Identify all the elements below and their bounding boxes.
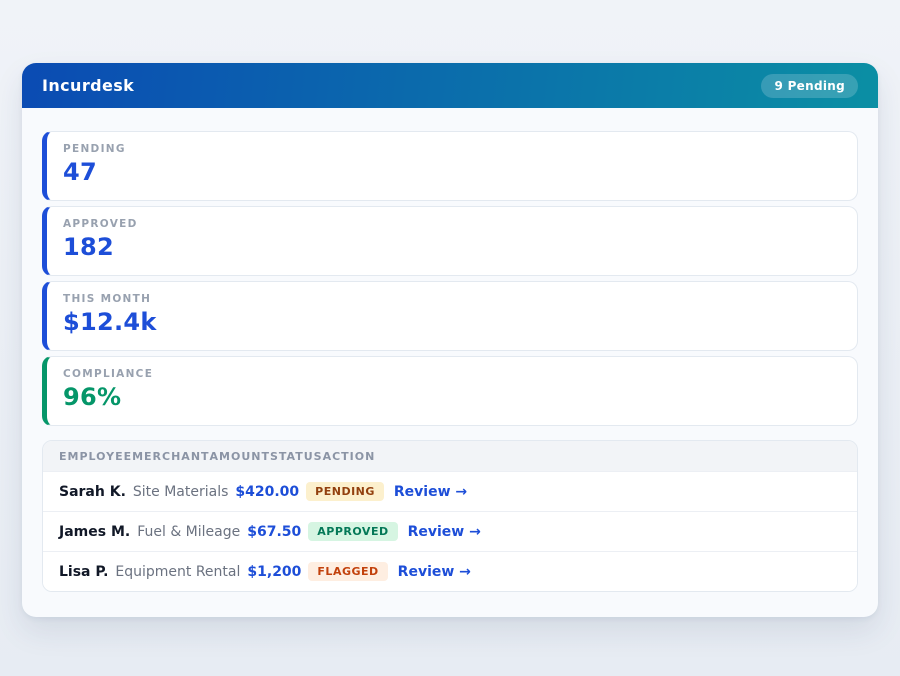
review-link[interactable]: Review → <box>408 524 481 540</box>
expense-amount: $67.50 <box>247 524 301 540</box>
pending-count-badge: 9 Pending <box>761 74 858 98</box>
merchant-name: Fuel & Mileage <box>137 524 240 540</box>
stat-label: APPROVED <box>63 218 841 230</box>
expense-amount: $1,200 <box>247 564 301 580</box>
review-link[interactable]: Review → <box>394 484 467 500</box>
column-header-employee: EMPLOYEE <box>59 450 132 463</box>
stat-label: PENDING <box>63 143 841 155</box>
stat-card-pending: PENDING 47 <box>42 131 858 201</box>
stat-value: 182 <box>63 233 841 261</box>
table-header-row: EMPLOYEE MERCHANT AMOUNT STATUS ACTION <box>43 441 857 471</box>
merchant-name: Site Materials <box>133 484 229 500</box>
expense-table: EMPLOYEE MERCHANT AMOUNT STATUS ACTION S… <box>42 440 858 592</box>
status-badge: FLAGGED <box>308 562 387 581</box>
incurdesk-app-card: Incurdesk 9 Pending PENDING 47 APPROVED … <box>22 63 878 617</box>
status-badge: APPROVED <box>308 522 397 541</box>
status-badge: PENDING <box>306 482 384 501</box>
stat-value: 96% <box>63 383 841 411</box>
stat-value: 47 <box>63 158 841 186</box>
app-header: Incurdesk 9 Pending <box>22 63 878 108</box>
employee-name: Sarah K. <box>59 484 126 500</box>
merchant-name: Equipment Rental <box>115 564 240 580</box>
stat-card-compliance: COMPLIANCE 96% <box>42 356 858 426</box>
employee-name: Lisa P. <box>59 564 108 580</box>
app-title: Incurdesk <box>42 76 134 95</box>
stat-card-this-month: THIS MONTH $12.4k <box>42 281 858 351</box>
review-link[interactable]: Review → <box>398 564 471 580</box>
app-body: PENDING 47 APPROVED 182 THIS MONTH $12.4… <box>22 108 878 615</box>
column-header-action: ACTION <box>323 450 376 463</box>
employee-name: James M. <box>59 524 130 540</box>
stat-value: $12.4k <box>63 308 841 336</box>
column-header-merchant: MERCHANT <box>132 450 209 463</box>
stat-label: THIS MONTH <box>63 293 841 305</box>
expense-amount: $420.00 <box>235 484 299 500</box>
stat-label: COMPLIANCE <box>63 368 841 380</box>
table-row: Lisa P. Equipment Rental $1,200 FLAGGED … <box>43 551 857 591</box>
column-header-status: STATUS <box>270 450 323 463</box>
stat-card-approved: APPROVED 182 <box>42 206 858 276</box>
table-row: Sarah K. Site Materials $420.00 PENDING … <box>43 471 857 511</box>
column-header-amount: AMOUNT <box>210 450 270 463</box>
table-row: James M. Fuel & Mileage $67.50 APPROVED … <box>43 511 857 551</box>
